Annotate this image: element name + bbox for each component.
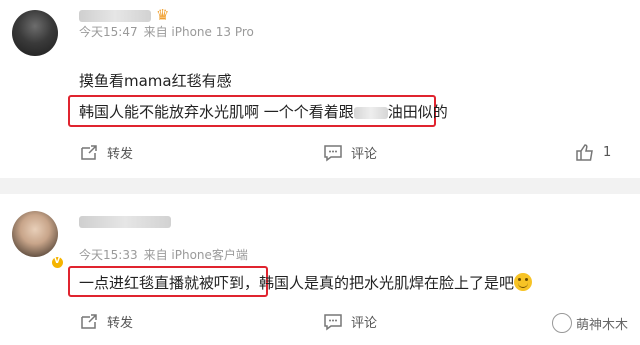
comment-meta: 今天15:33 来自 iPhone客户端: [79, 246, 248, 263]
repost-button[interactable]: 转发: [79, 312, 133, 331]
comment-label: 评论: [351, 316, 378, 331]
divider: [0, 178, 640, 194]
blurred-word: [353, 106, 388, 119]
repost-icon: [81, 313, 97, 329]
crown-icon: ♛: [156, 6, 170, 24]
comment-card: ♛ 今天15:47 来自 iPhone 13 Pro 摸鱼看mama红毯有感 韩国…: [0, 0, 640, 178]
like-button[interactable]: 1: [575, 143, 611, 161]
repost-icon: [81, 144, 97, 160]
repost-button[interactable]: 转发: [79, 143, 133, 162]
comment-time: 今天15:47: [79, 25, 138, 39]
comment-source: 来自 iPhone 13 Pro: [143, 25, 254, 39]
comment-button[interactable]: 评论: [323, 312, 377, 331]
username-blurred[interactable]: [79, 216, 171, 228]
repost-label: 转发: [107, 147, 134, 162]
avatar[interactable]: [12, 10, 58, 56]
watermark-logo-icon: [551, 313, 572, 333]
comment-meta: 今天15:47 来自 iPhone 13 Pro: [79, 23, 254, 40]
verified-badge-icon: [51, 256, 64, 269]
comment-source: 来自 iPhone客户端: [143, 248, 248, 262]
comment-time: 今天15:33: [79, 248, 138, 262]
comment-text-line: 韩国人能不能放弃水光肌啊 一个个看着跟 油田似的: [79, 103, 448, 121]
like-count: 1: [603, 144, 612, 160]
thumbs-up-icon: [576, 144, 593, 161]
avatar[interactable]: [12, 211, 58, 257]
comment-button[interactable]: 评论: [323, 143, 377, 162]
comment-text-line: 一点进红毯直播就被吓到，韩国人是真的把水光肌焊在脸上了是吧: [79, 272, 533, 293]
comment-label: 评论: [351, 147, 378, 162]
comment-text-line: 摸鱼看mama红毯有感: [79, 72, 232, 90]
comment-icon: [324, 144, 342, 161]
comment-actions: 转发 评论: [0, 312, 640, 336]
smile-emoji-icon: [514, 273, 533, 291]
username-blurred[interactable]: [79, 10, 151, 22]
watermark: 萌神木木: [551, 313, 628, 333]
comment-icon: [324, 313, 342, 330]
watermark-text: 萌神木木: [575, 317, 628, 333]
comment-actions: 转发 评论 1: [0, 143, 640, 167]
repost-label: 转发: [107, 316, 134, 331]
